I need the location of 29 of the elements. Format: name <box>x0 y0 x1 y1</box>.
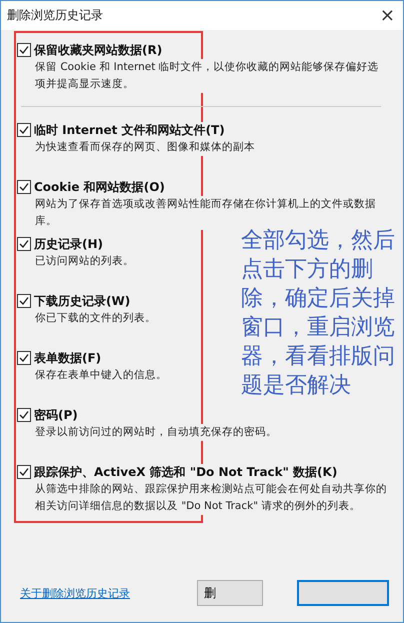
annotation-text: 窗口，重启浏览 <box>241 314 396 342</box>
option-label: 保留收藏夹网站数据(R) <box>34 42 162 58</box>
option-label: 临时 Internet 文件和网站文件(T) <box>34 122 225 138</box>
option-label: 跟踪保护、ActiveX 筛选和 "Do Not Track" 数据(K) <box>34 464 338 480</box>
option-label: 密码(P) <box>34 406 78 424</box>
option-label: 历史记录(H) <box>34 236 104 252</box>
annotation-text: 除，确定后关掉 <box>241 285 396 313</box>
checkbox[interactable] <box>17 465 31 479</box>
option-label: Cookie 和网站数据(O) <box>34 178 165 196</box>
option-description: 为快速查看而保存的网页、图像和媒体的副本 <box>35 139 255 156</box>
checkbox[interactable] <box>17 123 31 137</box>
checkbox[interactable] <box>17 408 31 422</box>
checkbox[interactable] <box>17 294 31 308</box>
checkbox[interactable] <box>17 180 31 194</box>
window-title: 删除浏览历史记录 <box>7 7 103 24</box>
option-label: 下载历史记录(W) <box>34 292 130 310</box>
checkbox[interactable] <box>17 351 31 365</box>
delete-button[interactable]: 删 <box>197 580 263 606</box>
checkbox[interactable] <box>17 237 31 251</box>
annotation-text: 器，看看排版问 <box>241 343 396 371</box>
help-link[interactable]: 关于删除浏览历史记录 <box>20 586 130 600</box>
option-description: 从筛选中排除的网站、跟踪保护用来检测站点可能会在何处自动共享你的相关访问详细信息的数据以及 "Do Not Track" 请求的例外的列表。 <box>35 481 389 515</box>
annotation-text: 全部勾选，然后 <box>241 227 396 255</box>
annotation-text: 点击下方的删 <box>241 256 374 284</box>
close-button[interactable]: × <box>380 6 395 24</box>
annotation-text: 题是否解决 <box>241 372 352 400</box>
checkbox[interactable] <box>17 43 31 57</box>
default-button[interactable] <box>297 580 389 606</box>
option-label: 表单数据(F) <box>34 350 102 366</box>
